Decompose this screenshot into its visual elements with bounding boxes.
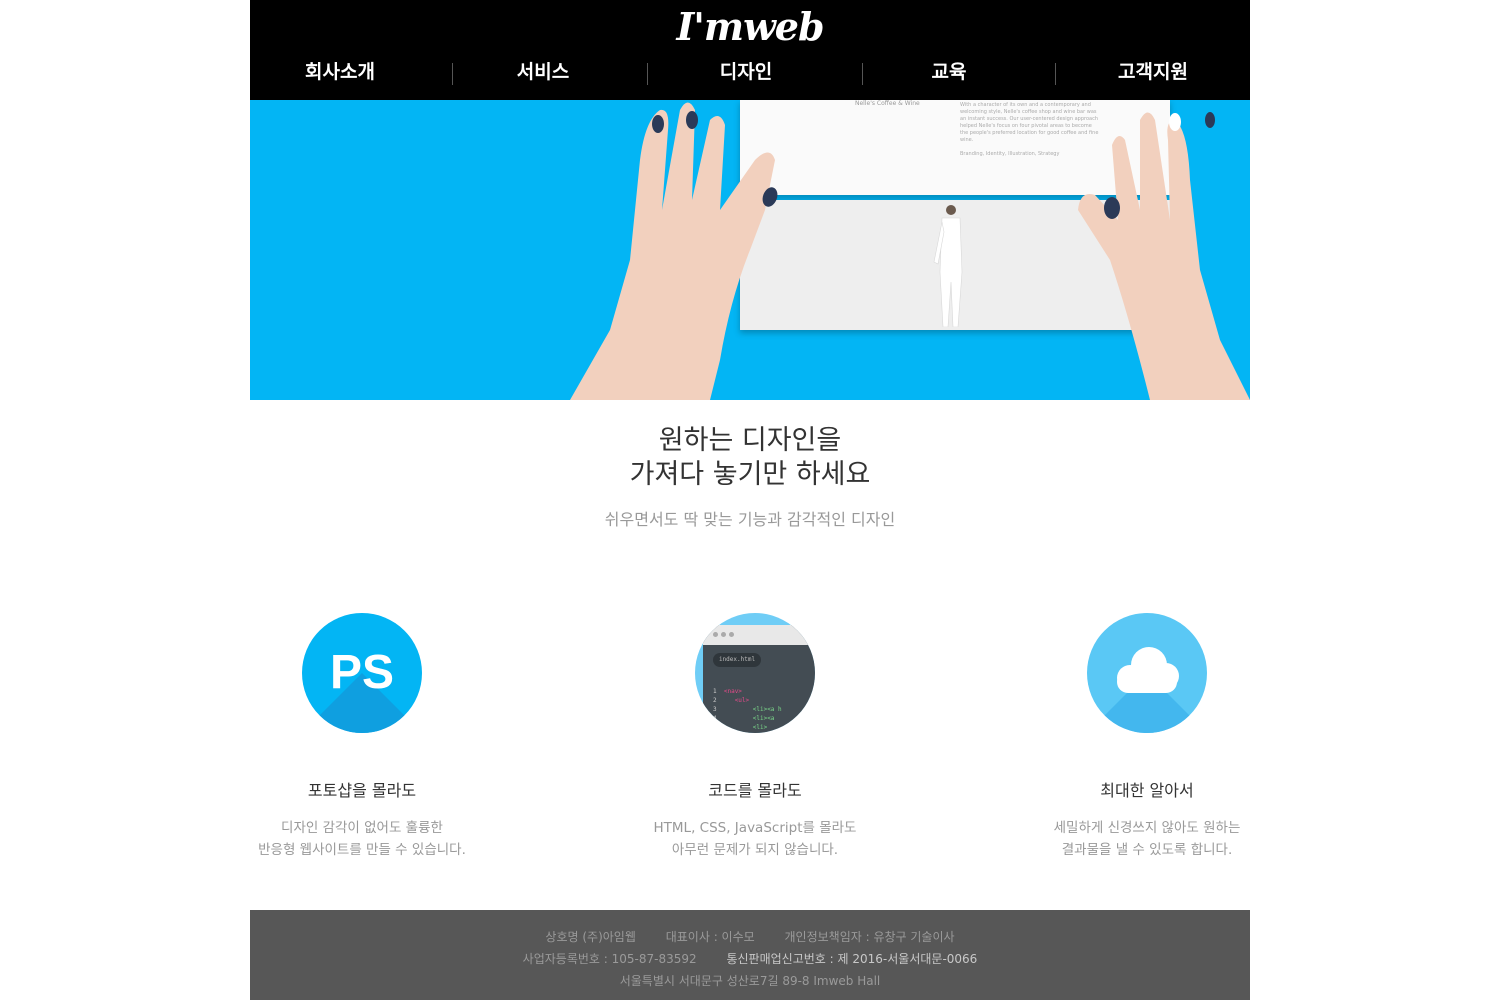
headline-line-2: 가져다 놓기만 하세요: [629, 459, 871, 490]
nav-divider: [1055, 63, 1056, 85]
footer-company-name: 상호명 (주)아임웹: [545, 930, 636, 944]
right-hand-image: [1078, 112, 1250, 400]
nav-divider: [452, 63, 453, 85]
photoshop-icon: PS: [302, 613, 422, 733]
feature-title: 코드를 몰라도: [708, 781, 802, 800]
feature-code: index.html 1 <nav> 2 <ul> 3 <li><a h 4 <…: [625, 613, 885, 861]
nav-divider: [862, 63, 863, 85]
feature-title: 포토샵을 몰라도: [307, 781, 417, 800]
brochure-caption: Nelle's Coffee & Wine: [855, 100, 920, 107]
footer-business-number: 사업자등록번호 : 105-87-83592: [522, 952, 697, 966]
hero-headline: 원하는 디자인을 가져다 놓기만 하세요: [250, 424, 1250, 492]
site-footer: 상호명 (주)아임웹 대표이사 : 이수모 개인정보책임자 : 유창구 기술이사…: [250, 910, 1250, 1000]
main-nav: 회사소개 서비스 디자인 교육 고객지원: [250, 54, 1250, 94]
left-hand-image: [570, 102, 778, 400]
hero-subheadline: 쉬우면서도 딱 맞는 기능과 감각적인 디자인: [604, 510, 896, 529]
nav-item-company[interactable]: 회사소개: [290, 54, 390, 94]
feature-description: 세밀하게 신경쓰지 않아도 원하는 결과물을 낼 수 있도록 합니다.: [1053, 820, 1241, 858]
code-tab: index.html: [713, 653, 761, 667]
footer-ecommerce-number: 통신판매업신고번호 : 제 2016-서울서대문-0066: [726, 952, 978, 966]
nav-item-service[interactable]: 서비스: [493, 54, 593, 94]
headline-line-1: 원하는 디자인을: [658, 425, 842, 456]
nav-divider: [647, 63, 648, 85]
footer-privacy-officer: 개인정보책임자 : 유창구 기술이사: [784, 930, 955, 944]
feature-description: 디자인 감각이 없어도 훌륭한 반응형 웹사이트를 만들 수 있습니다.: [258, 820, 466, 858]
feature-photoshop: PS 포토샵을 몰라도 디자인 감각이 없어도 훌륭한 반응형 웹사이트를 만들…: [232, 613, 492, 861]
cloud-icon: [1087, 613, 1207, 733]
footer-registration-info: 사업자등록번호 : 105-87-83592 통신판매업신고번호 : 제 201…: [250, 950, 1250, 967]
nav-item-education[interactable]: 교육: [899, 54, 999, 94]
code-editor-icon: index.html 1 <nav> 2 <ul> 3 <li><a h 4 <…: [695, 613, 815, 733]
code-window: index.html 1 <nav> 2 <ul> 3 <li><a h 4 <…: [703, 625, 815, 733]
footer-address: 서울특별시 서대문구 성산로7길 89-8 Imweb Hall: [619, 974, 881, 988]
footer-ceo: 대표이사 : 이수모: [665, 930, 755, 944]
nav-item-design[interactable]: 디자인: [696, 54, 796, 94]
hero-banner: Nelle's Coffee & Wine With a character o…: [250, 100, 1250, 400]
photoshop-icon-label: PS: [329, 646, 395, 699]
feature-description: HTML, CSS, JavaScript를 몰라도 아무런 문제가 되지 않습…: [653, 820, 857, 858]
site-header: I'mweb 회사소개 서비스 디자인 교육 고객지원: [250, 0, 1250, 100]
footer-company-info: 상호명 (주)아임웹 대표이사 : 이수모 개인정보책임자 : 유창구 기술이사: [250, 928, 1250, 945]
feature-title: 최대한 알아서: [1100, 781, 1194, 800]
page: I'mweb 회사소개 서비스 디자인 교육 고객지원 Nelle's Coff…: [250, 0, 1250, 1000]
model-photo: [933, 205, 963, 327]
site-logo[interactable]: I'mweb: [250, 2, 1250, 52]
feature-auto: 최대한 알아서 세밀하게 신경쓰지 않아도 원하는 결과물을 낼 수 있도록 합…: [1017, 613, 1277, 861]
nav-item-support[interactable]: 고객지원: [1103, 54, 1203, 94]
